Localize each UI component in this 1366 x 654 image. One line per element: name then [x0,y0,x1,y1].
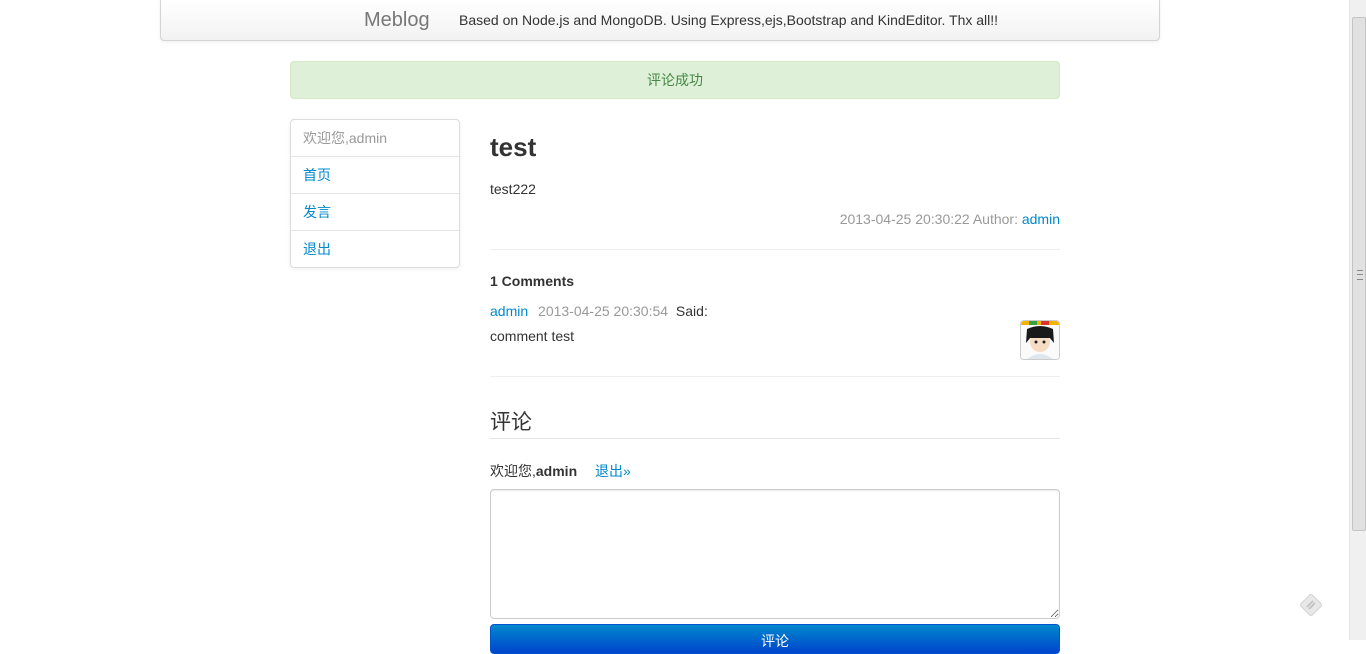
submit-comment-button[interactable]: 评论 [490,624,1060,654]
sidebar-item-home[interactable]: 首页 [291,156,459,193]
comments-count: 1 Comments [490,273,575,289]
divider [490,438,1060,439]
sidebar-welcome: 欢迎您,admin [303,130,388,146]
avatar-image [1020,320,1060,360]
feedback-icon[interactable] [1298,592,1324,618]
navbar: Meblog Based on Node.js and MongoDB. Usi… [160,0,1160,41]
post-date: 2013-04-25 20:30:22 [839,211,970,227]
comment-time: 2013-04-25 20:30:54 [538,303,669,319]
success-alert: 评论成功 [290,61,1060,99]
comment-said: Said: [675,303,708,319]
post-body: test222 [490,181,536,197]
navbar-description: Based on Node.js and MongoDB. Using Expr… [459,12,999,28]
scrollbar-grip-icon [1357,270,1363,280]
scrollbar-thumb[interactable] [1352,17,1366,531]
scrollbar[interactable] [1349,0,1366,640]
comment-form-welcome: 欢迎您,admin 退出» [490,461,631,481]
post-title: test [490,132,537,162]
sidebar-nav: 欢迎您,admin 首页 发言 退出 [290,119,460,268]
post-author-link[interactable]: admin [1022,211,1060,227]
welcome-user: admin [535,463,578,479]
sidebar-item-post[interactable]: 发言 [291,193,459,230]
sidebar-item-logout[interactable]: 退出 [291,230,459,267]
welcome-prefix: 欢迎您, [490,463,536,479]
comment-header: admin 2013-04-25 20:30:54 Said: [490,303,708,319]
alert-message: 评论成功 [647,72,703,88]
comment-text: comment test [490,328,575,344]
comment-textarea[interactable] [490,489,1060,619]
logout-link[interactable]: 退出» [595,463,631,479]
divider [490,376,1060,377]
post-author-label: Author: [972,211,1018,227]
brand-link[interactable]: Meblog [364,9,430,32]
comment-form-title: 评论 [490,411,532,434]
divider [490,249,1060,250]
post-meta: 2013-04-25 20:30:22 Author: admin [840,211,1060,227]
comment-author-link[interactable]: admin [490,303,528,319]
